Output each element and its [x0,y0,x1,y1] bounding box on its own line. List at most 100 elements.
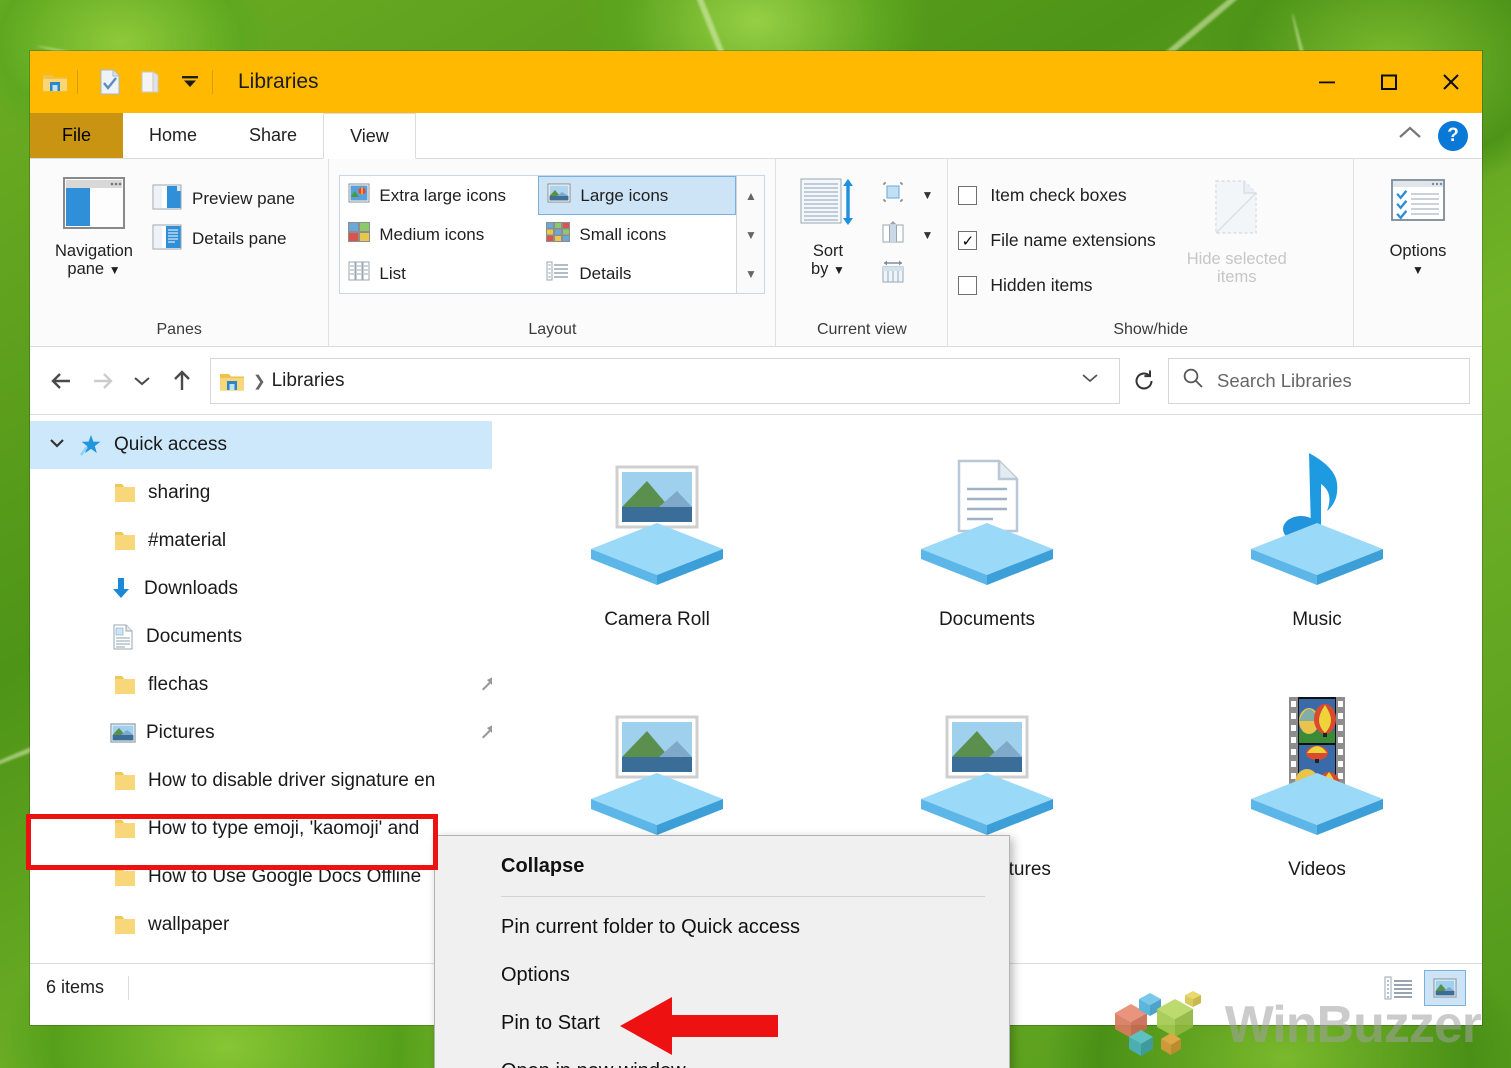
address-input[interactable]: ❯ Libraries [210,357,1120,404]
breadcrumb-separator[interactable]: ❯ [253,372,266,390]
extra-large-icons-icon [348,183,370,208]
sidebar-item-material[interactable]: #material [30,517,492,565]
add-columns-dropdown-icon[interactable]: ▼ [922,228,934,242]
properties-icon[interactable] [95,67,125,97]
hidden-items-checkbox[interactable]: Hidden items [958,263,1155,308]
tab-share[interactable]: Share [223,113,323,158]
context-menu-item-collapse[interactable]: Collapse [435,842,1009,890]
layout-medium-icons[interactable]: Medium icons [340,215,538,254]
large-icons-view-button[interactable] [1424,969,1466,1006]
back-button[interactable] [42,361,82,401]
ribbon-tabs: File Home Share View ? [30,113,1482,159]
sidebar-item-label: Quick access [114,434,227,455]
status-divider [128,975,130,1000]
sidebar-item-how-to-type-emoji[interactable]: How to type emoji, 'kaomoji' and [30,805,492,853]
close-button[interactable] [1420,51,1482,113]
help-button[interactable]: ? [1438,120,1468,151]
sidebar-item-flechas[interactable]: flechas [30,661,492,709]
gallery-scroll-down-icon[interactable]: ▼ [737,215,764,254]
new-folder-icon[interactable] [135,67,165,97]
add-columns-button[interactable]: ▼ [876,215,938,255]
details-pane-button[interactable]: Details pane [148,219,299,259]
file-name-extensions-label: File name extensions [990,230,1156,250]
gallery-scroll-up-icon[interactable]: ▲ [737,176,764,215]
layout-large-icons[interactable]: Large icons [538,176,737,215]
context-menu-item-pin-current-folder[interactable]: Pin current folder to Quick access [435,903,1009,951]
layout-list[interactable]: List [340,254,538,293]
chevron-down-icon[interactable]: ▼ [1412,263,1424,277]
address-dropdown-icon[interactable] [1069,370,1111,391]
sidebar-item-wallpaper[interactable]: wallpaper [30,901,492,949]
item-check-boxes-checkbox[interactable]: Item check boxes [958,173,1155,218]
library-item-label: Videos [1288,859,1346,880]
hidden-items-box[interactable] [958,276,978,295]
downloads-icon [104,576,138,602]
hide-selected-items-button: Hide selected items [1174,171,1300,287]
search-icon [1181,366,1205,395]
pictures-library-icon [577,697,737,847]
size-all-columns-button[interactable] [876,255,938,295]
file-name-extensions-box[interactable]: ✓ [958,231,978,250]
sidebar-item-how-to-disable-driver[interactable]: How to disable driver signature en [30,757,492,805]
layout-extra-large-icons-label: Extra large icons [379,185,507,205]
library-item-documents[interactable]: Documents [822,429,1152,679]
group-by-dropdown-icon[interactable]: ▼ [922,188,934,202]
refresh-button[interactable] [1120,358,1168,404]
documents-icon [106,624,140,650]
minimize-button[interactable] [1296,51,1358,113]
library-item-music[interactable]: Music [1152,429,1482,679]
options-button[interactable]: Options ▼ [1364,171,1472,279]
gallery-expand-icon[interactable]: ▼ [737,254,764,293]
sidebar-item-label: How to Use Google Docs Offline [148,866,422,887]
videos-library-icon [1237,697,1397,847]
pin-icon[interactable] [476,717,492,749]
ribbon-content: Navigation pane ▼ Preview pane Details p… [30,159,1482,347]
group-by-button[interactable]: ▼ [876,175,938,215]
recent-locations-button[interactable] [122,361,162,401]
up-button[interactable] [162,361,202,401]
search-input[interactable]: Search Libraries [1168,357,1470,404]
sidebar-item-documents[interactable]: Documents [30,613,492,661]
library-item-label: Documents [938,609,1036,630]
customize-qat-icon[interactable] [175,67,205,97]
sidebar-item-quick-access[interactable]: Quick access [30,421,492,469]
maximize-button[interactable] [1358,51,1420,113]
explorer-icon[interactable] [40,67,70,97]
preview-pane-button[interactable]: Preview pane [148,179,299,219]
item-check-boxes-box[interactable] [958,186,978,205]
sort-by-button[interactable]: Sort by ▼ [786,171,869,279]
details-view-button[interactable] [1378,970,1420,1006]
sidebar-item-downloads[interactable]: Downloads [30,565,492,613]
chevron-down-icon[interactable] [40,436,74,454]
layout-gallery-scrollbar[interactable]: ▲ ▼ ▼ [736,176,765,293]
library-item-videos[interactable]: Videos [1152,679,1482,929]
hide-selected-label-line2: items [1217,268,1257,287]
collapse-ribbon-icon[interactable] [1396,124,1424,147]
options-icon [1389,177,1447,234]
details-pane-icon [152,224,182,255]
preview-pane-icon [152,184,182,215]
sidebar-item-google-docs-offline[interactable]: How to Use Google Docs Offline [30,853,492,901]
tab-view[interactable]: View [323,113,416,159]
file-explorer-window: Libraries File Home Share View ? Navigat… [26,51,1482,1068]
list-view-icon [348,261,370,286]
tab-home[interactable]: Home [123,113,223,158]
pin-icon[interactable] [476,669,492,701]
layout-extra-large-icons[interactable]: Extra large icons [340,176,538,215]
layout-details[interactable]: Details [538,254,736,293]
file-name-extensions-checkbox[interactable]: ✓ File name extensions [958,218,1156,263]
layout-details-label: Details [579,263,632,283]
sidebar-item-sharing[interactable]: sharing [30,469,492,517]
ribbon-group-panes-title: Panes [156,321,202,338]
tab-file[interactable]: File [30,113,124,158]
context-menu-item-options[interactable]: Options [435,951,1009,999]
sidebar-item-pictures[interactable]: Pictures [30,709,492,757]
layout-medium-icons-label: Medium icons [379,224,485,244]
library-item-camera-roll[interactable]: Camera Roll [492,429,822,679]
breadcrumb-libraries[interactable]: Libraries [272,370,345,392]
ribbon-group-options-title [1354,339,1482,346]
documents-library-icon [907,447,1067,597]
navigation-pane-button[interactable]: Navigation pane ▼ [40,171,148,279]
layout-small-icons[interactable]: Small icons [538,215,736,254]
forward-button [82,361,122,401]
